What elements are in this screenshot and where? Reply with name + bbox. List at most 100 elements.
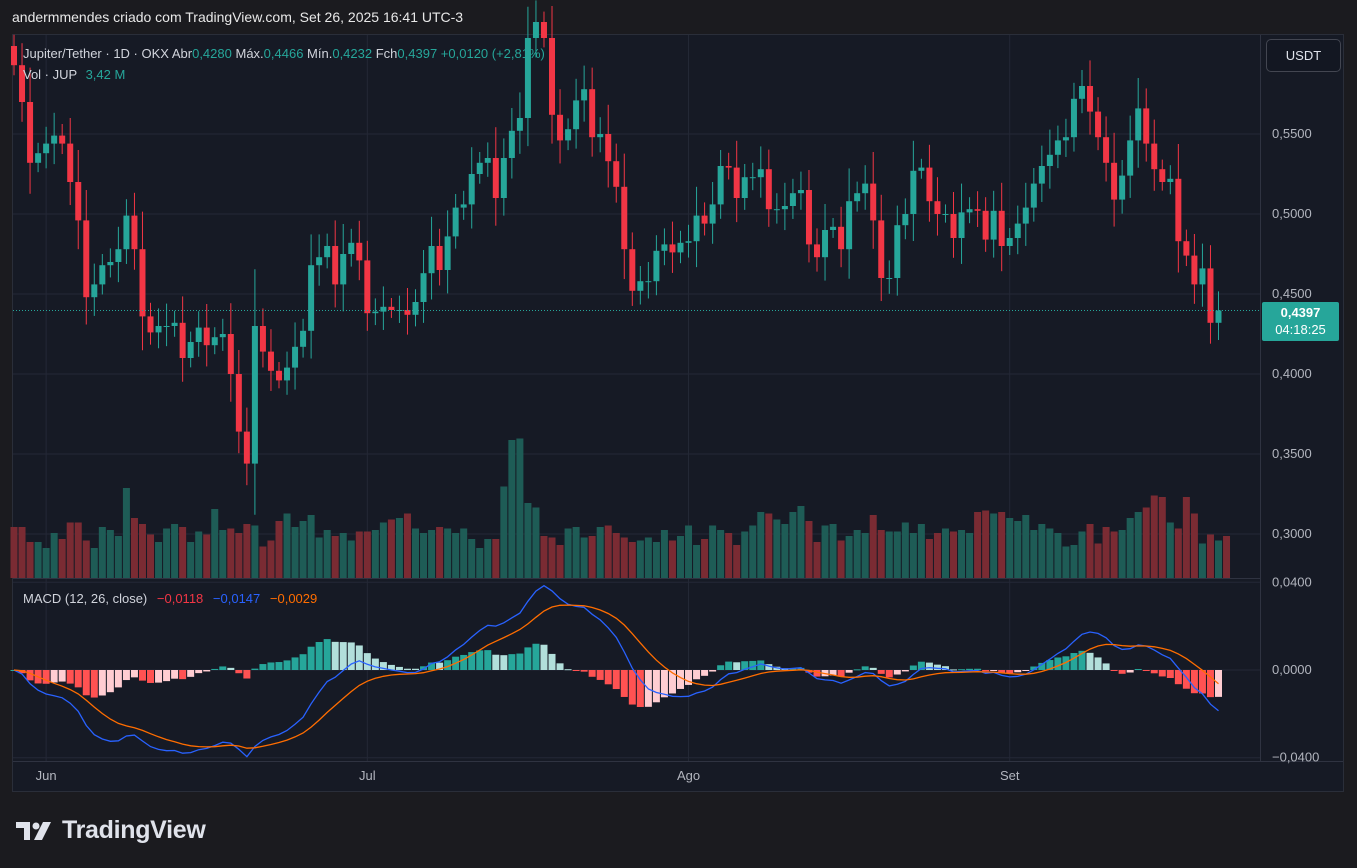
last-price-tag: 0,4397 04:18:25 <box>1262 302 1339 341</box>
macd-hist-bar <box>163 670 171 682</box>
macd-hist-bar <box>564 669 572 671</box>
candle-body <box>717 166 724 205</box>
open-label: Abr <box>171 46 193 61</box>
macd-hist-bar <box>1118 670 1126 674</box>
candle-body <box>115 249 122 262</box>
macd-hist-bar <box>122 670 130 681</box>
candle-body <box>910 170 917 214</box>
macd-hist-bar <box>966 668 974 670</box>
candle-body <box>508 130 515 158</box>
volume-bar <box>765 513 773 578</box>
candle-body <box>179 322 186 358</box>
volume-bar <box>588 536 596 578</box>
candle-body <box>701 215 708 224</box>
macd-hist-bar <box>982 670 990 672</box>
candle-body <box>1135 108 1142 141</box>
macd-hist-bar <box>1206 670 1214 698</box>
candle-body <box>1199 268 1206 285</box>
candle-body <box>557 114 564 141</box>
volume-bar <box>395 518 403 578</box>
candle-body <box>709 204 716 224</box>
volume-bar <box>781 524 789 578</box>
close-label: Fch <box>375 46 398 61</box>
change-value: +0,0120 (+2,81%) <box>440 46 545 61</box>
volume-bar <box>187 542 195 578</box>
macd-hist-bar <box>171 670 179 679</box>
macd-hist-bar <box>155 670 163 683</box>
candle-body <box>757 169 764 178</box>
volume-bar <box>379 522 387 578</box>
candle-body <box>1119 175 1126 200</box>
volume-bar <box>660 530 668 578</box>
macd-hist-bar <box>58 670 66 682</box>
candle-body <box>203 327 210 346</box>
volume-bar <box>18 527 26 578</box>
volume-bar <box>1150 495 1158 578</box>
candle-body <box>605 134 612 162</box>
candle-body <box>275 370 282 381</box>
macd-hist-bar <box>556 663 564 670</box>
currency-button[interactable]: USDT <box>1266 39 1341 72</box>
macd-hist-bar <box>460 654 468 670</box>
macd-hist-bar <box>138 670 146 681</box>
macd-hist-bar <box>275 662 283 670</box>
candle-body <box>147 316 154 333</box>
candle-body <box>492 158 499 198</box>
brand[interactable]: TradingView <box>16 816 206 845</box>
volume-bar <box>1070 545 1078 578</box>
macd-hist-bar <box>1110 670 1118 671</box>
candle-body <box>613 161 620 187</box>
volume-bar <box>741 531 749 578</box>
candle-body <box>1183 241 1190 256</box>
macd-hist-bar <box>845 670 853 673</box>
volume-bar <box>106 530 114 578</box>
chart-canvas[interactable]: 0,5500 0,5000 0,4500 0,4000 0,3500 0,3000 0,04… <box>0 0 1357 868</box>
candle-body <box>974 209 981 211</box>
price-tick-label: 0,3500 <box>1272 446 1312 461</box>
volume-bar <box>163 528 171 578</box>
volume-bar <box>1158 497 1166 578</box>
candle-body <box>814 244 820 258</box>
volume-bar <box>612 533 620 578</box>
volume-bar <box>829 524 837 578</box>
macd-hist-bar <box>1126 670 1134 673</box>
candle-body <box>838 226 845 250</box>
macd-label[interactable]: MACD (12, 26, close) <box>23 591 147 606</box>
volume-bar <box>403 513 411 578</box>
volume-bar <box>26 542 34 578</box>
candle-body <box>1022 207 1029 224</box>
candle-body <box>1078 86 1085 99</box>
volume-bar <box>1206 534 1214 578</box>
candle-body <box>1006 238 1013 246</box>
macd-hist-bar <box>540 644 548 670</box>
candle-body <box>1030 183 1037 208</box>
macd-hist-bar <box>901 670 909 672</box>
candle-body <box>444 236 451 270</box>
candle-body <box>532 22 539 38</box>
candle-body <box>11 46 17 66</box>
macd-hist-bar <box>66 670 74 684</box>
candle-body <box>356 242 363 261</box>
symbol-label[interactable]: Jupiter/Tether · 1D · OKX <box>23 46 169 61</box>
volume-bar <box>315 537 323 578</box>
volume-bar <box>701 539 709 578</box>
volume-bar <box>484 539 492 578</box>
candle-body <box>1070 98 1077 138</box>
macd-hist-bar <box>548 653 556 670</box>
macd-hist-bar <box>331 641 339 670</box>
macd-hist-bar <box>500 655 508 670</box>
candle-body <box>171 322 178 326</box>
macd-hist-bar <box>1134 668 1142 670</box>
candle-body <box>412 302 419 315</box>
candle-body <box>484 158 491 163</box>
macd-hist-bar <box>885 670 893 678</box>
macd-hist-bar <box>412 668 419 670</box>
macd-hist-bar <box>652 670 660 703</box>
volume-bar <box>90 548 98 578</box>
time-tick-label: Jul <box>359 768 376 783</box>
volume-bar <box>540 536 548 578</box>
candle-body <box>35 153 42 163</box>
volume-bar <box>885 531 893 578</box>
candle-body <box>436 246 443 270</box>
time-tick-label: Ago <box>677 768 700 783</box>
